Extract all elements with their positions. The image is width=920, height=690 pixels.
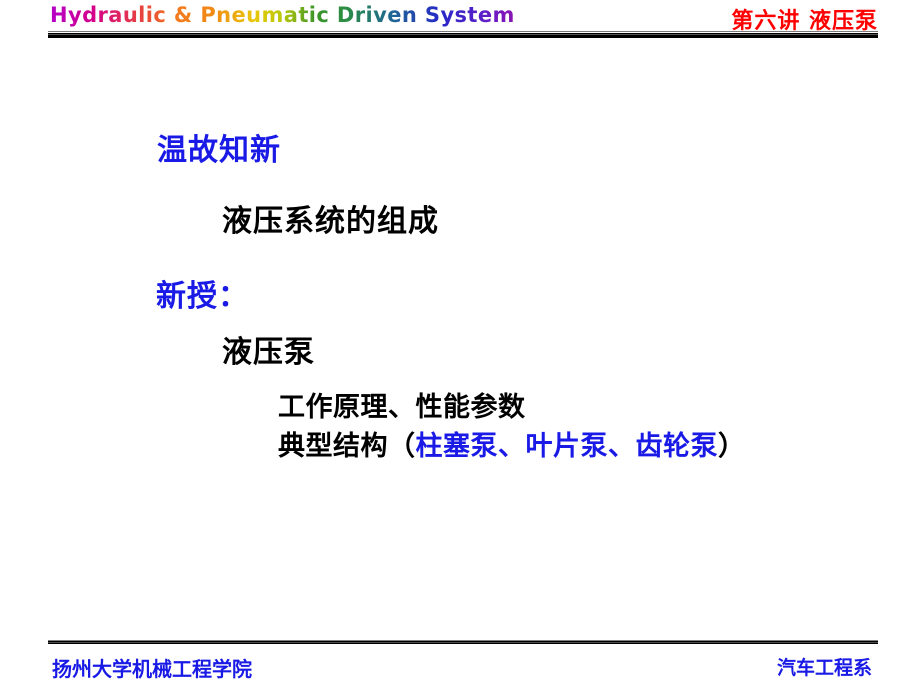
- footer-institution: 扬州大学机械工程学院: [52, 657, 252, 681]
- review-heading: 温故知新: [157, 133, 281, 168]
- detail-line-structures: 典型结构（柱塞泵、叶片泵、齿轮泵）: [278, 424, 746, 463]
- slide-content: 温故知新 液压系统的组成 新授： 液压泵 工作原理、性能参数 典型结构（柱塞泵、…: [0, 0, 920, 690]
- review-item: 液压系统的组成: [222, 204, 439, 239]
- detail-line-principles: 工作原理、性能参数: [278, 392, 526, 423]
- footer-divider: [48, 640, 878, 645]
- new-lesson-heading: 新授：: [156, 279, 249, 314]
- presentation-slide: Hydraulic & Pneumatic Driven System Hydr…: [0, 0, 920, 690]
- footer-department: 汽车工程系: [776, 657, 872, 679]
- detail-structures-highlight: 柱塞泵、叶片泵、齿轮泵: [415, 431, 718, 462]
- new-lesson-topic: 液压泵: [222, 335, 315, 370]
- detail-structures-prefix: 典型结构（: [278, 431, 416, 462]
- footer-divider-highlight: [48, 642, 878, 643]
- detail-structures-suffix: ）: [718, 431, 746, 462]
